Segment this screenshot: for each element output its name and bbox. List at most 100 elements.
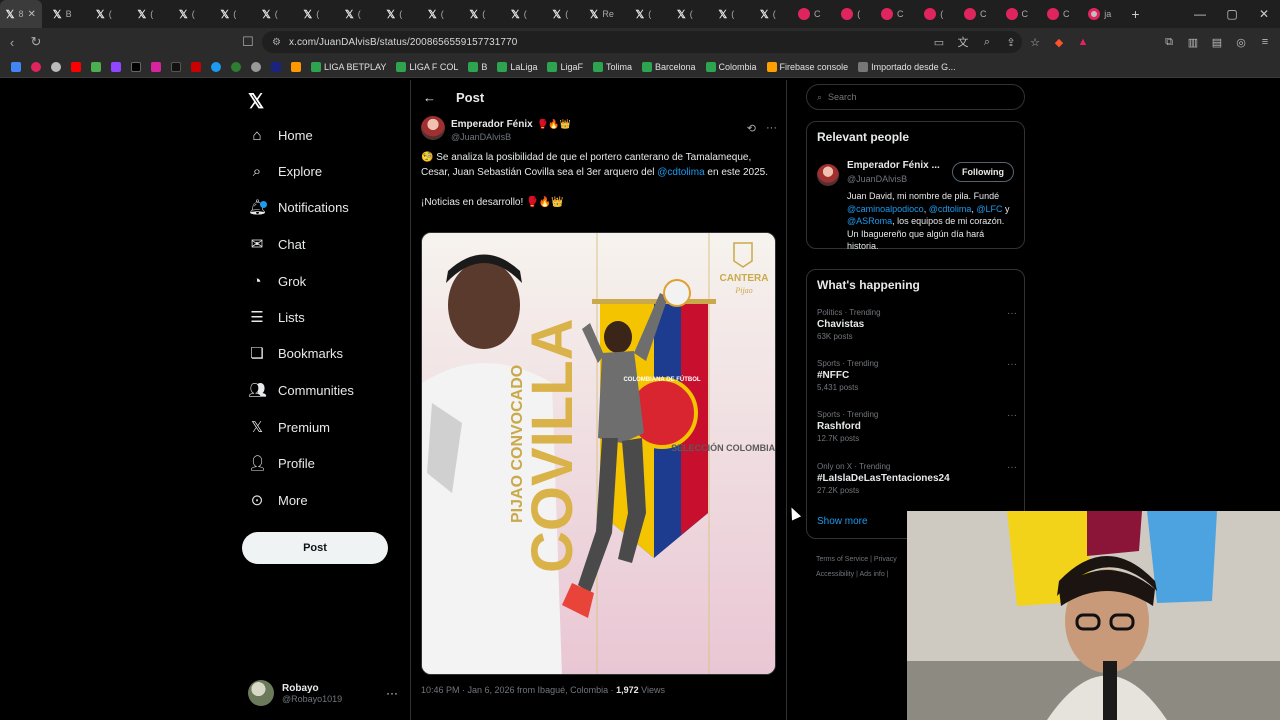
bookmark-icon-5[interactable] bbox=[188, 61, 204, 72]
instagram-icon[interactable] bbox=[148, 61, 164, 72]
post-timestamp[interactable]: 10:46 PM · Jan 6, 2026 from Ibagué, Colo… bbox=[421, 685, 616, 695]
new-tab-button[interactable]: + bbox=[1121, 6, 1151, 22]
browser-tab[interactable]: 𝕏( bbox=[166, 0, 208, 28]
nav-item-lists[interactable]: ☰ Lists bbox=[248, 302, 304, 332]
show-more-link[interactable]: Show more bbox=[817, 516, 868, 527]
x-bookmark-icon[interactable] bbox=[128, 61, 144, 72]
bookmark-item[interactable]: LigaF bbox=[544, 61, 586, 72]
bookmark-item[interactable]: Colombia bbox=[703, 61, 760, 72]
bookmark-item[interactable]: Barcelona bbox=[639, 61, 699, 72]
bookmark-item[interactable]: Importado desde G... bbox=[855, 61, 959, 72]
search-box[interactable]: ⌕ bbox=[806, 84, 1025, 110]
nav-item-notifications[interactable]: 🔔︎ Notifications bbox=[248, 192, 349, 222]
browser-tab[interactable]: ( bbox=[913, 0, 955, 28]
browser-tab[interactable]: 𝕏( bbox=[332, 0, 374, 28]
nav-item-profile[interactable]: 👤︎ Profile bbox=[248, 448, 315, 478]
bookmark-icon-4[interactable] bbox=[108, 61, 124, 72]
author-name[interactable]: Emperador Fénix bbox=[451, 119, 533, 130]
browser-tab[interactable]: 𝕏( bbox=[706, 0, 748, 28]
bookmark-icon-6[interactable] bbox=[208, 61, 224, 72]
nav-item-home[interactable]: ⌂ Home bbox=[248, 120, 312, 150]
browser-tab[interactable]: 𝕏 Re bbox=[581, 0, 623, 28]
nav-item-chat[interactable]: ✉ Chat bbox=[248, 229, 306, 259]
bookmark-icon-8[interactable] bbox=[268, 61, 284, 72]
account-switcher[interactable]: Robayo @Robayo1019 ··· bbox=[248, 678, 398, 708]
brave-shield-icon[interactable]: ◆ bbox=[1048, 36, 1070, 49]
browser-tab[interactable]: 𝕏( bbox=[664, 0, 706, 28]
browser-tab[interactable]: 𝕏( bbox=[249, 0, 291, 28]
browser-tab[interactable]: C bbox=[955, 0, 997, 28]
x-logo-icon[interactable]: 𝕏 bbox=[248, 89, 264, 114]
trend-more-icon[interactable]: ··· bbox=[1007, 308, 1017, 319]
trend-item[interactable]: Politics · Trending Chavistas 63K posts ··· bbox=[817, 308, 1017, 341]
browser-tab[interactable]: C bbox=[1038, 0, 1080, 28]
nav-item-explore[interactable]: ⌕ Explore bbox=[248, 156, 322, 186]
bookmark-icon-3[interactable] bbox=[88, 61, 104, 72]
extensions-icon[interactable]: ⧉ bbox=[1158, 36, 1180, 49]
youtube-icon[interactable] bbox=[68, 61, 84, 72]
rewards-icon[interactable]: ▲ bbox=[1072, 36, 1094, 48]
site-info-icon[interactable]: ⚙ bbox=[272, 37, 281, 48]
bookmark-icon-7[interactable] bbox=[228, 61, 244, 72]
post-image[interactable]: COVILLA PIJAO CONVOCADO CANTERA Pijao SE… bbox=[421, 232, 776, 675]
trend-more-icon[interactable]: ··· bbox=[1007, 359, 1017, 370]
bookmark-icon-9[interactable] bbox=[288, 61, 304, 72]
bio-mention-link[interactable]: @caminoalpodioco bbox=[847, 204, 924, 214]
browser-tab[interactable]: 𝕏 8 ✕ bbox=[0, 0, 42, 28]
search-input[interactable] bbox=[828, 92, 1009, 102]
reload-icon[interactable]: ↻ bbox=[24, 34, 48, 50]
browser-tab[interactable]: 𝕏( bbox=[83, 0, 125, 28]
bio-mention-link[interactable]: @ASRoma bbox=[847, 216, 892, 226]
bookmark-item[interactable]: Firebase console bbox=[764, 61, 852, 72]
post-more-icon[interactable]: ··· bbox=[766, 122, 777, 135]
translate-icon[interactable]: 文 bbox=[952, 34, 974, 50]
browser-tab[interactable]: C bbox=[872, 0, 914, 28]
trend-more-icon[interactable]: ··· bbox=[1007, 410, 1017, 421]
address-bar[interactable]: ⚙ x.com/JuanDAlvisB/status/2008656559157… bbox=[262, 31, 1022, 53]
menu-icon[interactable]: ≡ bbox=[1254, 36, 1276, 48]
bookmark-icon-2[interactable] bbox=[48, 61, 64, 72]
sidebar-icon[interactable]: ▥ bbox=[1182, 36, 1204, 49]
browser-tab[interactable]: ( bbox=[830, 0, 872, 28]
browser-tab[interactable]: 𝕏( bbox=[374, 0, 416, 28]
author-avatar[interactable] bbox=[421, 116, 445, 140]
profile-icon[interactable]: ◎ bbox=[1230, 36, 1252, 49]
relevant-person-handle[interactable]: @JuanDAlvisB bbox=[847, 174, 907, 184]
browser-tab[interactable]: 𝕏( bbox=[457, 0, 499, 28]
browser-tab[interactable]: 𝕏( bbox=[415, 0, 457, 28]
apps-icon[interactable] bbox=[8, 61, 24, 72]
star-icon[interactable]: ☆ bbox=[1024, 36, 1046, 49]
browser-tab[interactable]: 𝕏( bbox=[747, 0, 789, 28]
browser-tab[interactable]: 𝕏( bbox=[540, 0, 582, 28]
browser-tab[interactable]: C bbox=[996, 0, 1038, 28]
close-tab-icon[interactable]: ✕ bbox=[28, 9, 36, 20]
browser-tab[interactable]: 𝕏( bbox=[498, 0, 540, 28]
bookmark-item[interactable]: LaLiga bbox=[494, 61, 540, 72]
bookmark-item[interactable]: LIGA F COL bbox=[393, 61, 461, 72]
relevant-person-name[interactable]: Emperador Fénix ... bbox=[847, 160, 940, 171]
browser-tab[interactable]: ja bbox=[1079, 0, 1121, 28]
nav-item-grok[interactable]: ◔ Grok bbox=[248, 266, 306, 296]
nav-item-premium[interactable]: 𝕏 Premium bbox=[248, 412, 330, 442]
minimize-icon[interactable]: — bbox=[1184, 0, 1216, 28]
back-arrow-icon[interactable]: ‹ bbox=[0, 35, 24, 50]
tiktok-icon[interactable] bbox=[168, 61, 184, 72]
bio-mention-link[interactable]: @LFC bbox=[976, 204, 1002, 214]
share-icon[interactable]: ⇪ bbox=[1000, 36, 1022, 49]
mention-link[interactable]: @cdtolima bbox=[657, 167, 704, 178]
author-handle[interactable]: @JuanDAlvisB bbox=[451, 132, 571, 142]
browser-tab[interactable]: 𝕏( bbox=[125, 0, 167, 28]
bookmark-item[interactable]: Tolima bbox=[590, 61, 635, 72]
back-arrow-icon[interactable]: ← bbox=[423, 90, 436, 105]
avatar[interactable] bbox=[817, 164, 839, 186]
post-button[interactable]: Post bbox=[242, 532, 388, 564]
cast-icon[interactable]: ▭ bbox=[928, 36, 950, 49]
browser-tab[interactable]: 𝕏( bbox=[208, 0, 250, 28]
bookmark-item[interactable]: B bbox=[465, 61, 490, 72]
bookmark-star-icon[interactable]: ☐ bbox=[236, 34, 260, 50]
following-button[interactable]: Following bbox=[952, 162, 1014, 182]
zoom-icon[interactable]: ⌕ bbox=[976, 36, 998, 49]
browser-tab[interactable]: 𝕏B bbox=[42, 0, 84, 28]
trend-item[interactable]: Sports · Trending Rashford 12.7K posts ··· bbox=[817, 410, 1017, 443]
grok-explain-icon[interactable]: ⟲ bbox=[747, 122, 756, 135]
